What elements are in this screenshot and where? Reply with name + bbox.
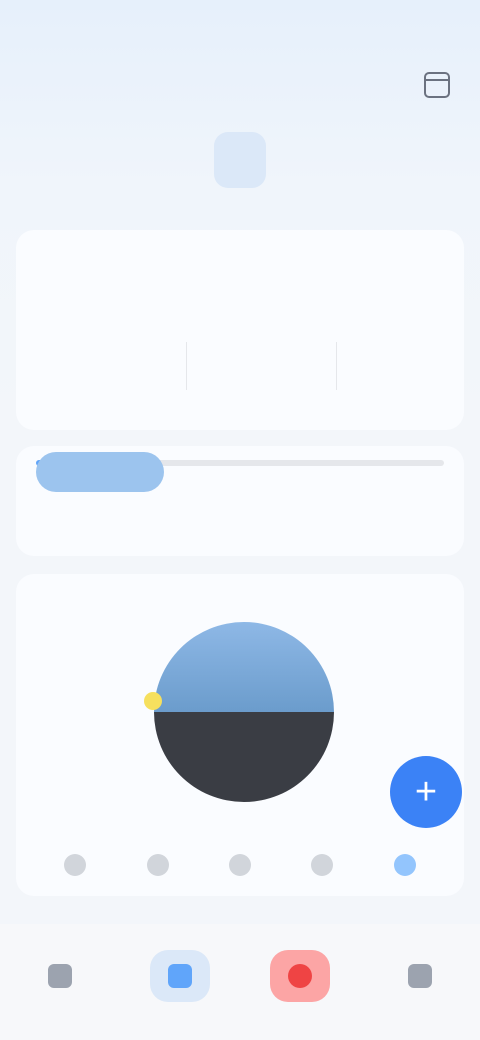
summary-card[interactable] — [16, 230, 464, 430]
day-2[interactable] — [83, 132, 135, 188]
calendar-icon[interactable] — [424, 72, 450, 98]
day-half — [154, 622, 334, 712]
header — [0, 0, 480, 200]
profile-icon — [408, 964, 432, 988]
record-icon — [288, 964, 312, 988]
mood-icon[interactable] — [228, 854, 251, 876]
mood-icon-selected[interactable] — [393, 854, 416, 876]
mini-icon-row — [16, 854, 464, 876]
divider — [336, 342, 337, 390]
home-icon — [48, 964, 72, 988]
day-night-dial — [154, 622, 334, 802]
tab-profile[interactable] — [390, 950, 450, 1002]
divider — [186, 342, 187, 390]
tab-home[interactable] — [30, 950, 90, 1002]
night-half — [154, 712, 334, 802]
day-5[interactable] — [280, 132, 332, 188]
week-strip — [0, 130, 480, 190]
mood-icon[interactable] — [146, 854, 169, 876]
stats-icon — [168, 964, 192, 988]
progress-card[interactable] — [16, 446, 464, 556]
sleep-chart-card[interactable] — [16, 574, 464, 896]
day-7[interactable] — [411, 132, 463, 188]
tab-stats[interactable] — [150, 950, 210, 1002]
bottom-tab-bar — [0, 924, 480, 1040]
mood-icon[interactable] — [311, 854, 334, 876]
day-1[interactable] — [17, 132, 69, 188]
add-button[interactable]: + — [390, 756, 462, 828]
tab-record[interactable] — [270, 950, 330, 1002]
day-6[interactable] — [345, 132, 397, 188]
day-4-selected[interactable] — [213, 132, 266, 188]
sun-icon — [144, 692, 162, 710]
mood-icon[interactable] — [64, 854, 87, 876]
progress-chip — [36, 452, 164, 492]
day-3[interactable] — [148, 132, 200, 188]
add-icon: + — [414, 770, 438, 813]
